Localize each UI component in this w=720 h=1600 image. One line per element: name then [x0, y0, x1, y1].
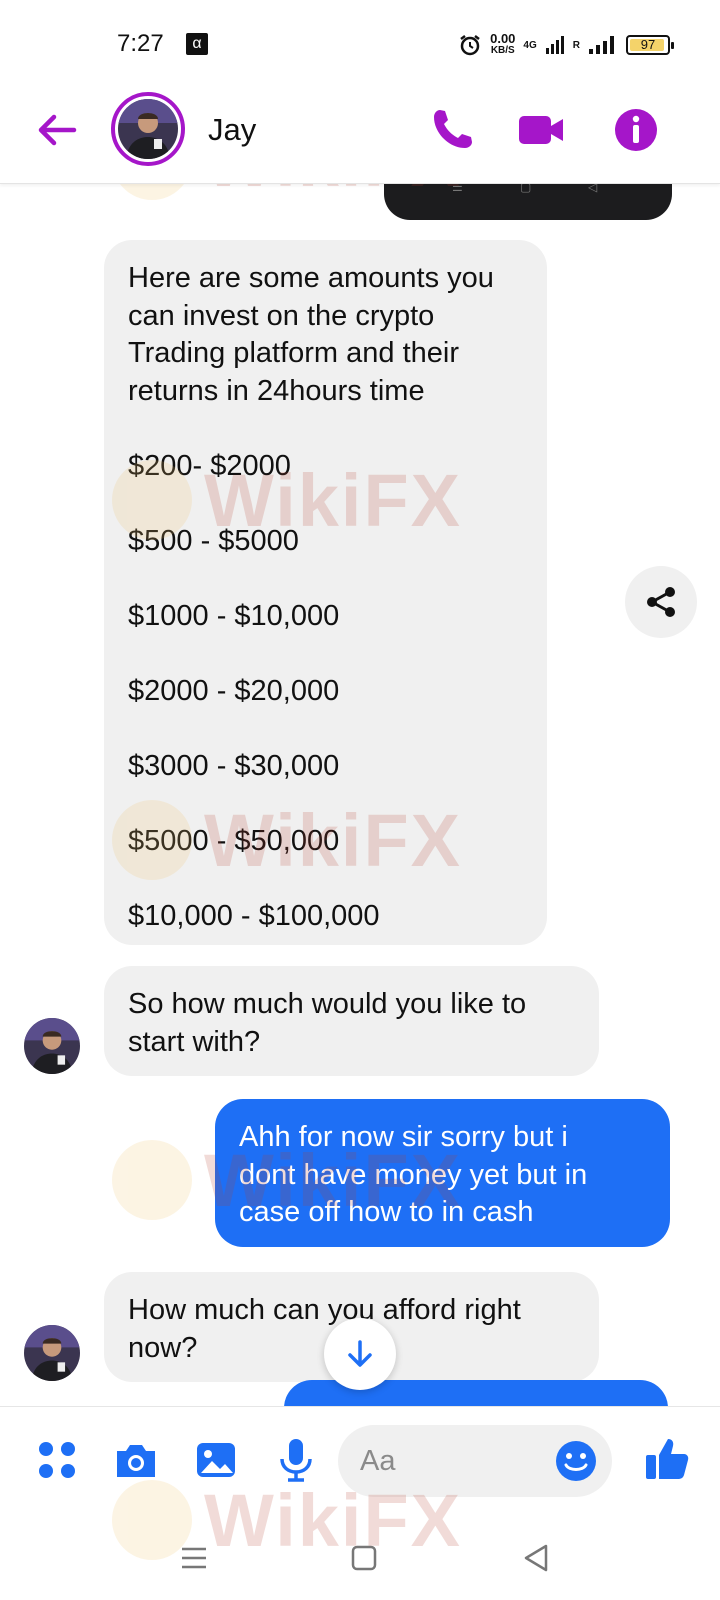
message-line: $1000 - $10,000	[128, 599, 340, 632]
incoming-message[interactable]: Here are some amounts you can invest on …	[104, 240, 547, 945]
incoming-message[interactable]: So how much would you like to start with…	[104, 966, 599, 1076]
roaming-indicator: R	[572, 39, 580, 51]
home-nav-icon[interactable]	[346, 1540, 382, 1576]
menu-nav-icon[interactable]	[176, 1540, 212, 1576]
status-bar: 7:27 α 0.00 KB/S 4G R 97	[0, 0, 720, 86]
chat-thread[interactable]: ☰ ▢ ◁ Here are some amounts you can inve…	[0, 184, 720, 1406]
message-line: $3000 - $30,000	[128, 749, 340, 782]
message-line: returns in 24hours time	[128, 374, 425, 407]
alpha-app-icon: α	[186, 33, 208, 55]
chat-header: Jay	[0, 86, 720, 184]
network-speed-unit: KB/S	[490, 45, 515, 56]
battery-icon: 97	[626, 35, 674, 55]
network-speed-value: 0.00	[490, 31, 516, 46]
info-icon[interactable]	[612, 106, 660, 154]
message-text: Here are some amounts you can invest on …	[128, 260, 523, 935]
message-line: $500 - $5000	[128, 524, 299, 557]
contact-avatar[interactable]	[111, 92, 185, 166]
message-line: $5000 - $50,000	[128, 824, 340, 857]
image-nav-menu-glyph: ☰	[452, 184, 463, 194]
message-line: start with?	[128, 1025, 261, 1058]
video-call-icon[interactable]	[517, 106, 565, 154]
contact-name[interactable]: Jay	[208, 112, 256, 148]
like-thumbs-up-icon[interactable]	[644, 1435, 692, 1483]
outgoing-message[interactable]: Ahh for now sir sorry but i dont have mo…	[215, 1099, 670, 1247]
message-line: Here are some amounts you	[128, 262, 494, 294]
system-nav-bar	[0, 1518, 720, 1600]
contact-avatar-image	[118, 99, 178, 159]
share-icon	[647, 587, 675, 617]
alarm-icon	[460, 35, 480, 56]
phone-call-icon[interactable]	[428, 106, 476, 154]
status-time: 7:27	[117, 30, 164, 57]
message-text: So how much would you like to start with…	[128, 986, 575, 1061]
share-button[interactable]	[625, 566, 697, 638]
contact-avatar-small[interactable]	[24, 1018, 80, 1074]
network-type: 4G	[523, 39, 537, 51]
signal-icon-2	[589, 36, 614, 54]
message-text: Ahh for now sir sorry but i dont have mo…	[239, 1119, 646, 1232]
message-line: So how much would you like to	[128, 988, 527, 1020]
message-line: Trading platform and their	[128, 337, 459, 369]
signal-icon	[545, 36, 564, 54]
message-input[interactable]	[360, 1439, 540, 1483]
emoji-icon[interactable]	[554, 1439, 598, 1483]
microphone-icon[interactable]	[273, 1437, 319, 1483]
camera-icon[interactable]	[113, 1437, 159, 1483]
message-line: case off how to in cash	[239, 1196, 534, 1228]
message-line: $2000 - $20,000	[128, 674, 340, 707]
message-line: $200- $2000	[128, 449, 291, 482]
gallery-icon[interactable]	[193, 1437, 239, 1483]
image-nav-back-glyph: ◁	[588, 184, 598, 194]
message-input-container[interactable]	[338, 1425, 612, 1497]
back-arrow-icon[interactable]	[34, 108, 78, 152]
message-line: $10,000 - $100,000	[128, 899, 380, 932]
back-nav-icon[interactable]	[518, 1540, 554, 1576]
message-line: Ahh for now sir sorry but i	[239, 1121, 568, 1153]
image-nav-home-glyph: ▢	[520, 184, 532, 194]
status-right-group: 0.00 KB/S 4G R 97	[458, 31, 674, 58]
network-speed: 0.00 KB/S	[490, 31, 516, 57]
arrow-down-icon	[348, 1340, 372, 1367]
message-line: dont have money yet but in	[239, 1158, 588, 1191]
contact-avatar-small[interactable]	[24, 1325, 80, 1381]
apps-grid-icon[interactable]	[34, 1437, 80, 1483]
scroll-to-bottom-button[interactable]	[324, 1318, 396, 1390]
message-composer	[0, 1406, 720, 1518]
message-line: can invest on the crypto	[128, 299, 435, 332]
sent-image-bubble[interactable]: ☰ ▢ ◁	[384, 184, 672, 220]
battery-level: 97	[640, 37, 656, 52]
